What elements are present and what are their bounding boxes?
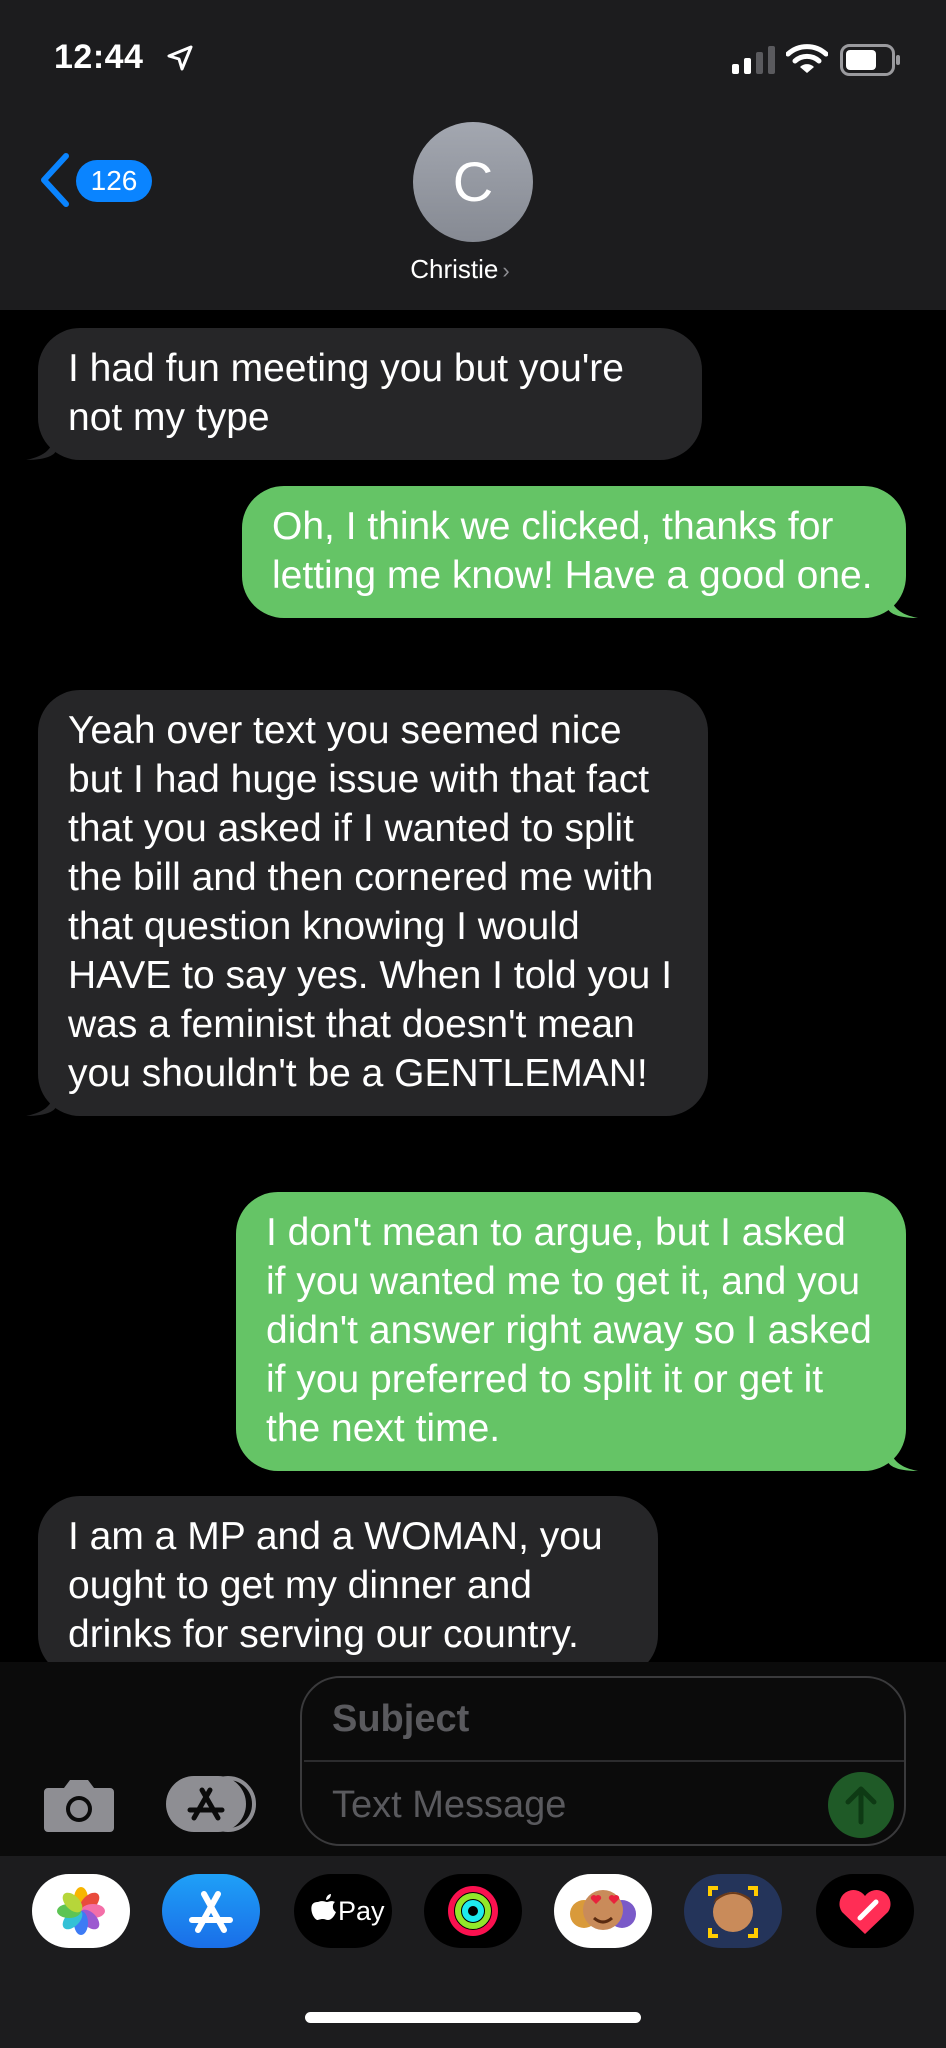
message-bubble-incoming[interactable]: I had fun meeting you but you're not my …: [26, 328, 702, 460]
chevron-right-icon: ›: [502, 258, 510, 283]
digital-touch-icon: [839, 1889, 891, 1934]
message-bubble-outgoing[interactable]: Oh, I think we clicked, thanks for letti…: [242, 486, 918, 618]
bubble-tail-icon: [888, 588, 918, 618]
status-time: 12:44: [54, 38, 144, 76]
message-input[interactable]: Subject Text Message: [300, 1676, 906, 1846]
contact-name: Christie: [410, 254, 499, 284]
apple-pay-label: Pay: [338, 1896, 385, 1926]
location-arrow-icon: [167, 45, 193, 71]
subject-field[interactable]: Subject: [332, 1698, 469, 1741]
battery-icon: [840, 44, 900, 76]
input-divider: [304, 1760, 904, 1762]
text-message-field[interactable]: Text Message: [332, 1784, 566, 1827]
message-bubble-incoming[interactable]: I am a MP and a WOMAN, you ought to get …: [38, 1496, 658, 1662]
send-button[interactable]: [828, 1772, 894, 1838]
activity-icon: [448, 1886, 498, 1936]
message-text: I don't mean to argue, but I asked if yo…: [266, 1211, 872, 1450]
photos-app-button[interactable]: [32, 1874, 130, 1948]
memoji-app-button[interactable]: [684, 1874, 782, 1948]
animoji-app-button[interactable]: [554, 1874, 652, 1948]
digital-touch-app-button[interactable]: [816, 1874, 914, 1948]
app-store-app-button[interactable]: [162, 1874, 260, 1948]
compose-bar: Subject Text Message: [0, 1662, 946, 1856]
message-text: I had fun meeting you but you're not my …: [68, 347, 624, 439]
bubble-tail-icon: [26, 430, 56, 460]
camera-icon[interactable]: [42, 1774, 116, 1834]
apple-pay-app-button[interactable]: Pay: [294, 1874, 392, 1948]
contact-avatar[interactable]: C: [413, 122, 533, 242]
back-chevron-icon[interactable]: [38, 150, 72, 210]
app-store-button-icon[interactable]: [166, 1774, 258, 1834]
unread-count-badge[interactable]: 126: [76, 160, 152, 202]
apple-pay-icon: Pay: [311, 1894, 385, 1926]
message-bubble-outgoing[interactable]: I don't mean to argue, but I asked if yo…: [236, 1192, 918, 1471]
photos-icon: [57, 1887, 105, 1935]
message-text: I am a MP and a WOMAN, you ought to get …: [68, 1515, 603, 1656]
conversation-header: 12:44 126 C Christie ›: [0, 0, 946, 310]
app-store-icon: [189, 1891, 233, 1933]
cellular-signal-icon: [732, 46, 775, 74]
memoji-icon: [708, 1886, 758, 1938]
arrow-up-icon: [845, 1786, 877, 1825]
bubble-tail-icon: [26, 1086, 56, 1116]
bubble-tail-icon: [888, 1441, 918, 1471]
message-text: Oh, I think we clicked, thanks for letti…: [272, 505, 873, 597]
activity-app-button[interactable]: [424, 1874, 522, 1948]
message-bubble-incoming[interactable]: Yeah over text you seemed nice but I had…: [26, 690, 708, 1116]
message-thread[interactable]: I had fun meeting you but you're not my …: [0, 310, 946, 1662]
message-text: Yeah over text you seemed nice but I had…: [68, 709, 673, 1095]
contact-name-button[interactable]: Christie ›: [360, 254, 560, 285]
animoji-icon: [570, 1890, 636, 1930]
home-indicator[interactable]: [305, 2012, 641, 2023]
wifi-icon: [786, 44, 828, 73]
